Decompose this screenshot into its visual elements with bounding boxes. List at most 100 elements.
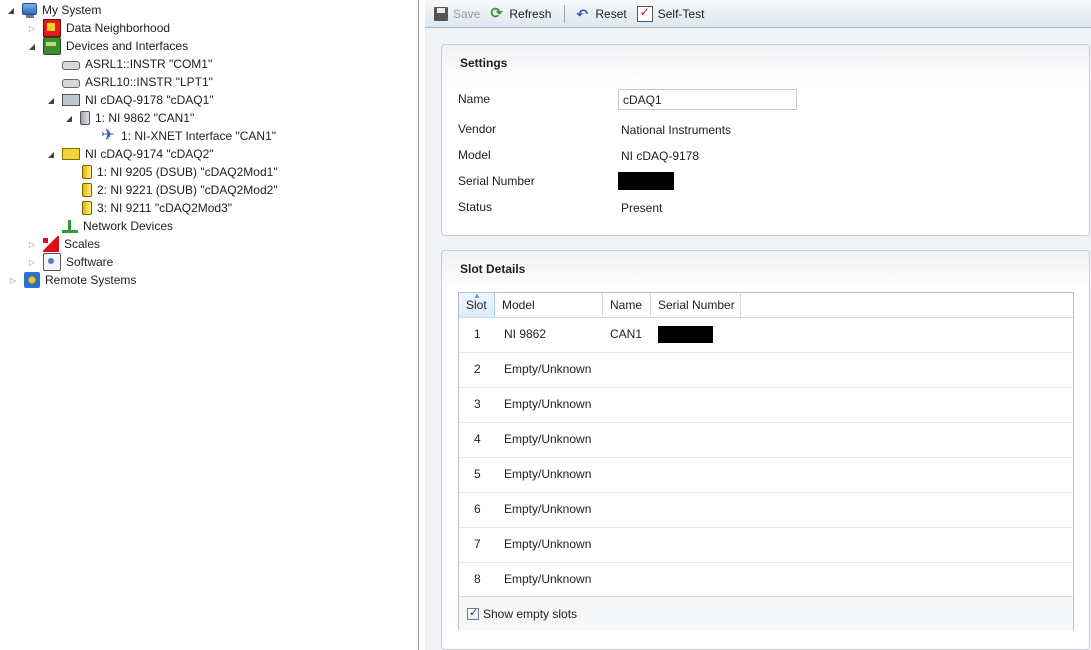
- model-value: NI cDAQ-9178: [621, 149, 700, 163]
- tree-item-label: NI cDAQ-9174 "cDAQ2": [85, 147, 214, 161]
- grid-header: ▲ Slot Model Name Serial Number: [459, 291, 1073, 318]
- tree-item-ni9205[interactable]: 1: NI 9205 (DSUB) "cDAQ2Mod1": [82, 163, 280, 181]
- tree-item-data-neighborhood[interactable]: ▷ Data Neighborhood: [27, 19, 172, 37]
- name-input[interactable]: [618, 89, 797, 110]
- tree-item-label: My System: [42, 3, 102, 17]
- table-row[interactable]: 4 Empty/Unknown: [459, 422, 1073, 458]
- slot-details-panel: Slot Details ▲ Slot Model Name Serial Nu…: [441, 250, 1090, 650]
- table-row[interactable]: 3 Empty/Unknown: [459, 387, 1073, 423]
- data-neighborhood-icon: [43, 19, 61, 37]
- network-devices-icon: [62, 219, 78, 233]
- model-cell: Empty/Unknown: [504, 467, 592, 481]
- self-test-button[interactable]: Self-Test: [633, 3, 709, 25]
- tree-item-cdaq1[interactable]: ◢ NI cDAQ-9178 "cDAQ1": [46, 91, 216, 109]
- device-tree[interactable]: ◢ My System ▷ Data Neighborhood ◢ Device…: [0, 0, 419, 650]
- table-row[interactable]: 2 Empty/Unknown: [459, 352, 1073, 388]
- tree-item-network-devices[interactable]: Network Devices: [62, 217, 175, 235]
- slot-cell: 3: [474, 397, 481, 411]
- table-row[interactable]: 6 Empty/Unknown: [459, 492, 1073, 528]
- redacted-serial-cell: [658, 326, 713, 343]
- tree-item-ni9211[interactable]: 3: NI 9211 "cDAQ2Mod3": [82, 199, 234, 217]
- tree-item-ni9221[interactable]: 2: NI 9221 (DSUB) "cDAQ2Mod2": [82, 181, 280, 199]
- slot-cell: 1: [474, 327, 481, 341]
- tree-item-ni9862[interactable]: ◢ 1: NI 9862 "CAN1": [64, 109, 196, 127]
- expand-arrow-icon[interactable]: ▷: [27, 19, 37, 37]
- table-row[interactable]: 5 Empty/Unknown: [459, 457, 1073, 493]
- name-label: Name: [458, 92, 491, 106]
- serial-port-icon: [62, 60, 80, 70]
- model-cell: Empty/Unknown: [504, 502, 592, 516]
- tree-item-label: 1: NI 9862 "CAN1": [95, 111, 195, 125]
- expand-arrow-icon[interactable]: ▷: [8, 271, 18, 289]
- model-cell: Empty/Unknown: [504, 362, 592, 376]
- collapse-arrow-icon[interactable]: ◢: [6, 1, 16, 19]
- model-cell: Empty/Unknown: [504, 432, 592, 446]
- tree-item-remote-systems[interactable]: ▷ Remote Systems: [8, 271, 138, 289]
- show-empty-slots-label[interactable]: Show empty slots: [483, 607, 577, 621]
- expand-arrow-icon[interactable]: ▷: [27, 253, 37, 271]
- save-label: Save: [453, 6, 481, 21]
- tree-item-label: NI cDAQ-9178 "cDAQ1": [85, 93, 214, 107]
- tree-item-asrl1[interactable]: ASRL1::INSTR "COM1": [62, 55, 214, 73]
- reset-button[interactable]: ↶ Reset: [572, 3, 630, 25]
- xnet-icon: ✈: [101, 127, 115, 144]
- table-row[interactable]: 1 NI 9862 CAN1: [459, 317, 1073, 353]
- slot-grid[interactable]: ▲ Slot Model Name Serial Number 1 NI 986…: [458, 291, 1074, 630]
- devices-interfaces-icon: [43, 37, 61, 55]
- details-pane: Save ⟳ Refresh ↶ Reset Self-Test Setting…: [425, 0, 1091, 650]
- column-header-serial-number[interactable]: Serial Number: [651, 293, 741, 317]
- tree-item-label: ASRL10::INSTR "LPT1": [85, 75, 213, 89]
- tree-item-label: ASRL1::INSTR "COM1": [85, 57, 213, 71]
- column-header-label: Model: [502, 298, 535, 312]
- chassis-icon: [62, 148, 80, 160]
- remote-systems-icon: [24, 272, 40, 288]
- status-value: Present: [621, 201, 663, 215]
- refresh-button[interactable]: ⟳ Refresh: [486, 3, 555, 25]
- tree-item-scales[interactable]: ▷ Scales: [27, 235, 102, 253]
- toolbar-separator: [564, 4, 566, 23]
- model-cell: Empty/Unknown: [504, 397, 592, 411]
- show-empty-slots-checkbox[interactable]: [467, 606, 479, 620]
- reset-icon: ↶: [576, 5, 589, 22]
- serial-port-icon: [62, 78, 80, 88]
- tree-item-my-system[interactable]: ◢ My System: [6, 1, 103, 19]
- model-cell: Empty/Unknown: [504, 537, 592, 551]
- tree-item-label: Data Neighborhood: [66, 21, 171, 35]
- column-header-label: Serial Number: [658, 298, 735, 312]
- save-icon: [434, 6, 448, 21]
- grid-footer: Show empty slots: [459, 596, 1073, 630]
- tree-item-asrl10[interactable]: ASRL10::INSTR "LPT1": [62, 73, 215, 91]
- column-header-slot[interactable]: ▲ Slot: [459, 291, 495, 317]
- name-cell: CAN1: [610, 327, 643, 341]
- tree-item-label: 2: NI 9221 (DSUB) "cDAQ2Mod2": [97, 183, 278, 197]
- settings-panel: Settings Name Vendor National Instrument…: [441, 44, 1090, 236]
- model-cell: Empty/Unknown: [504, 572, 592, 586]
- tree-item-label: 3: NI 9211 "cDAQ2Mod3": [97, 201, 233, 215]
- slot-cell: 7: [474, 537, 481, 551]
- self-test-icon: [636, 5, 653, 22]
- tree-item-xnet-interface[interactable]: ✈ 1: NI-XNET Interface "CAN1": [100, 127, 278, 145]
- slot-cell: 8: [474, 572, 481, 586]
- column-header-name[interactable]: Name: [603, 293, 651, 317]
- module-icon: [82, 183, 92, 197]
- expand-arrow-icon[interactable]: ▷: [27, 235, 37, 253]
- tree-item-label: Devices and Interfaces: [66, 39, 189, 53]
- refresh-label: Refresh: [509, 6, 552, 21]
- tree-item-cdaq2[interactable]: ◢ NI cDAQ-9174 "cDAQ2": [46, 145, 216, 163]
- scales-icon: [43, 236, 59, 252]
- vendor-label: Vendor: [458, 122, 497, 136]
- collapse-arrow-icon[interactable]: ◢: [46, 145, 56, 163]
- module-icon: [80, 111, 90, 125]
- collapse-arrow-icon[interactable]: ◢: [27, 37, 37, 55]
- collapse-arrow-icon[interactable]: ◢: [64, 109, 74, 127]
- table-row[interactable]: 8 Empty/Unknown: [459, 562, 1073, 597]
- toolbar: Save ⟳ Refresh ↶ Reset Self-Test: [425, 0, 1091, 28]
- tree-item-devices-and-interfaces[interactable]: ◢ Devices and Interfaces: [27, 37, 190, 55]
- tree-item-software[interactable]: ▷ Software: [27, 253, 115, 271]
- vendor-value: National Instruments: [621, 123, 732, 137]
- column-header-model[interactable]: Model: [495, 293, 603, 317]
- save-button[interactable]: Save: [430, 3, 484, 25]
- table-row[interactable]: 7 Empty/Unknown: [459, 527, 1073, 563]
- collapse-arrow-icon[interactable]: ◢: [46, 91, 56, 109]
- tree-item-label: 1: NI-XNET Interface "CAN1": [121, 129, 277, 143]
